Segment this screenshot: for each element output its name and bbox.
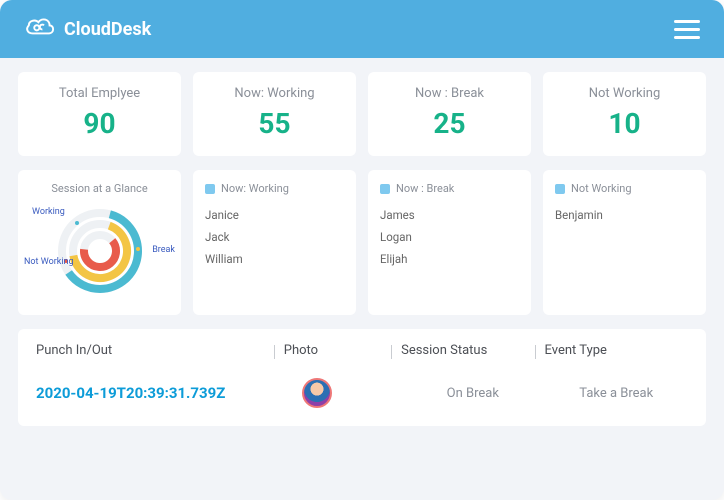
legend-not-working: Not Working [24, 257, 74, 267]
stat-label: Total Emplyee [26, 86, 173, 101]
col-status: Session Status [401, 343, 544, 358]
name-list: Janice Jack William [205, 205, 344, 271]
list-item: Benjamin [555, 205, 694, 227]
list-item: Elijah [380, 249, 519, 271]
square-icon [205, 184, 215, 194]
panel-title: Not Working [571, 182, 632, 195]
list-item: James [380, 205, 519, 227]
stat-value: 10 [551, 107, 698, 140]
menu-button[interactable] [674, 20, 700, 39]
donut-chart: Working Break Not Working [30, 201, 169, 301]
legend-working: Working [32, 207, 65, 217]
stat-value: 90 [26, 107, 173, 140]
table-row: 2020-04-19T20:39:31.739Z On Break Take a… [36, 368, 688, 408]
photo-cell [284, 378, 401, 408]
name-list: James Logan Elijah [380, 205, 519, 271]
panel-not-working: Not Working Benjamin [543, 170, 706, 315]
col-punch: Punch In/Out [36, 343, 284, 358]
col-photo: Photo [284, 343, 401, 358]
panel-title: Now : Break [396, 182, 454, 195]
panel-title: Session at a Glance [30, 182, 169, 195]
punch-timestamp: 2020-04-19T20:39:31.739Z [36, 384, 284, 402]
stat-now-break: Now : Break 25 [368, 72, 531, 156]
punch-table: Punch In/Out Photo Session Status Event … [18, 329, 706, 426]
stat-now-working: Now: Working 55 [193, 72, 356, 156]
stat-not-working: Not Working 10 [543, 72, 706, 156]
content: Total Emplyee 90 Now: Working 55 Now : B… [0, 58, 724, 500]
session-status: On Break [401, 386, 544, 401]
legend-break: Break [152, 245, 175, 255]
list-item: Janice [205, 205, 344, 227]
square-icon [555, 184, 565, 194]
app-frame: CloudDesk Total Emplyee 90 Now: Working … [0, 0, 724, 500]
panel-now-working: Now: Working Janice Jack William [193, 170, 356, 315]
panel-title: Now: Working [221, 182, 289, 195]
cloud-icon [24, 15, 56, 44]
stat-label: Now: Working [201, 86, 348, 101]
square-icon [380, 184, 390, 194]
name-list: Benjamin [555, 205, 694, 227]
list-item: Jack [205, 227, 344, 249]
col-event: Event Type [545, 343, 688, 358]
stats-row: Total Emplyee 90 Now: Working 55 Now : B… [18, 72, 706, 156]
stat-value: 25 [376, 107, 523, 140]
stat-label: Not Working [551, 86, 698, 101]
stat-label: Now : Break [376, 86, 523, 101]
panel-now-break: Now : Break James Logan Elijah [368, 170, 531, 315]
table-header: Punch In/Out Photo Session Status Event … [36, 343, 688, 368]
topbar: CloudDesk [0, 0, 724, 58]
list-item: Logan [380, 227, 519, 249]
event-type: Take a Break [545, 386, 688, 401]
stat-value: 55 [201, 107, 348, 140]
panel-session-glance: Session at a Glance Working Brea [18, 170, 181, 315]
avatar [302, 378, 332, 408]
stat-total-employee: Total Emplyee 90 [18, 72, 181, 156]
brand-name: CloudDesk [64, 19, 151, 40]
panels-row: Session at a Glance Working Brea [18, 170, 706, 315]
list-item: William [205, 249, 344, 271]
brand: CloudDesk [24, 15, 151, 44]
